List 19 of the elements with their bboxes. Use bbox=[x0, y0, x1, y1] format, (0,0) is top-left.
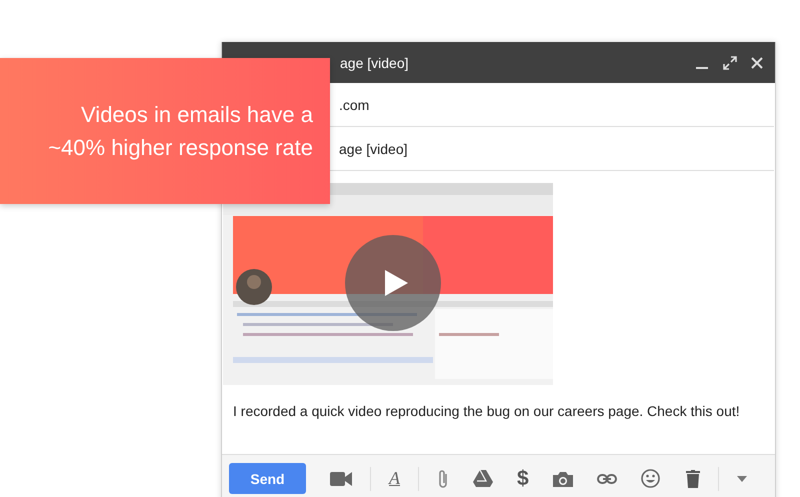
camera-icon[interactable] bbox=[552, 470, 573, 486]
more-options-icon[interactable] bbox=[737, 476, 747, 482]
recipient-field[interactable]: .com bbox=[339, 96, 370, 112]
money-icon[interactable]: $ bbox=[517, 466, 529, 490]
expand-icon[interactable] bbox=[723, 56, 737, 70]
emoji-icon[interactable] bbox=[640, 469, 660, 488]
link-icon[interactable] bbox=[596, 474, 617, 484]
window-title: age [video] bbox=[340, 54, 408, 70]
send-button[interactable]: Send bbox=[229, 463, 306, 494]
text-format-icon[interactable]: A bbox=[389, 468, 400, 489]
play-icon bbox=[383, 269, 409, 297]
close-icon[interactable] bbox=[751, 56, 763, 68]
subject-field[interactable]: age [video] bbox=[339, 140, 408, 156]
video-camera-icon[interactable] bbox=[330, 472, 352, 486]
paperclip-icon[interactable] bbox=[437, 468, 449, 488]
banner-text: Videos in emails have a ~40% higher response rate bbox=[48, 101, 313, 162]
trash-icon[interactable] bbox=[686, 470, 700, 488]
drive-icon[interactable] bbox=[473, 470, 493, 487]
message-text: I recorded a quick video reproducing the bug on our careers page. Check this out! bbox=[233, 403, 741, 419]
